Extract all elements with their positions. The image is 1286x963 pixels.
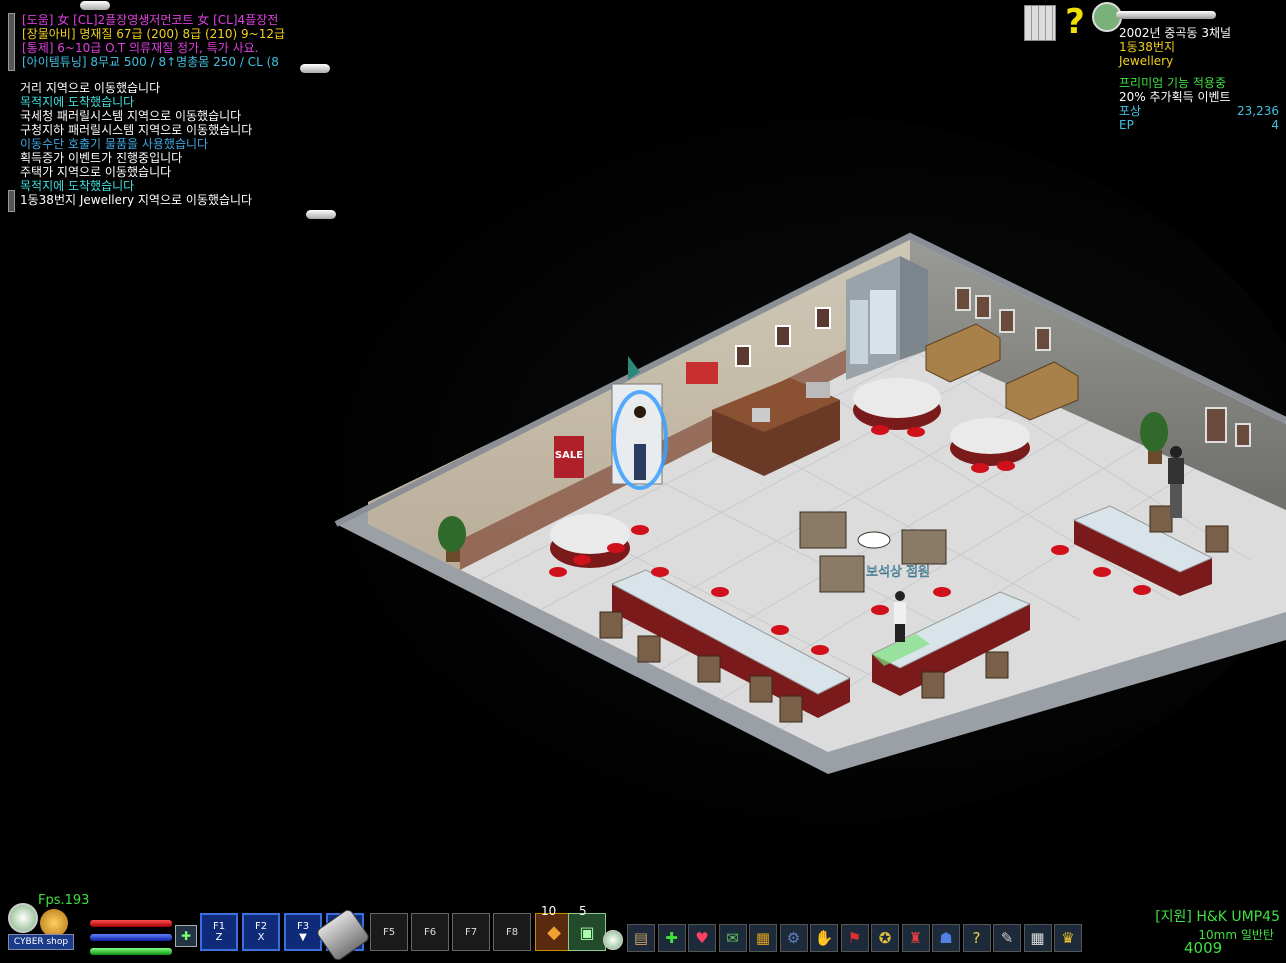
- box-icon[interactable]: ▤: [627, 924, 655, 952]
- system-message-line: 목적지에 도착했습니다: [20, 179, 135, 193]
- help-question-icon[interactable]: ?: [1062, 2, 1088, 42]
- menu-orb-icon[interactable]: [8, 903, 38, 933]
- ammo-count: 4009: [1184, 939, 1223, 957]
- heal-cross-icon[interactable]: ✚: [657, 924, 686, 952]
- quick-slot-food-count: 10: [541, 904, 557, 918]
- ep-value: 4: [1271, 118, 1279, 132]
- ep-label: EP: [1119, 118, 1134, 132]
- round-display-counter-2[interactable]: [950, 418, 1030, 466]
- weapon-info-panel: [지원] H&K UMP45 10mm 일반탄: [1100, 906, 1280, 943]
- hotkey-f2[interactable]: F2 X: [242, 913, 280, 951]
- chat-announcement-line: [통제] 6~10급 O.T 의류재질 정가, 특가 사요.: [22, 41, 259, 55]
- wrench-icon[interactable]: ✎: [993, 924, 1021, 952]
- system-message-line: 획득증가 이벤트가 진행중입니다: [20, 151, 183, 165]
- date-channel: 2002년 중곡동 3채널: [1119, 26, 1232, 40]
- trophy-icon[interactable]: ♛: [1054, 924, 1082, 952]
- weapon-name-line: [지원] H&K UMP45: [1100, 906, 1280, 926]
- hotkey-f3-sub: ▼: [299, 932, 307, 943]
- system-message-log: 거리 지역으로 이동했습니다 목적지에 도착했습니다 국세청 패러릴시스템 지역으로…: [20, 81, 310, 207]
- medal-icon[interactable]: ✪: [871, 924, 899, 952]
- quick-slot-item-count: 5: [579, 904, 587, 918]
- stamina-bar: [90, 934, 172, 941]
- flag-icon[interactable]: ⚑: [840, 924, 869, 952]
- heart-icon[interactable]: ♥: [688, 924, 716, 952]
- sale-poster-text: SALE: [555, 450, 583, 461]
- zone-name: Jewellery: [1119, 54, 1174, 68]
- chat-announcements: [도움] 女 [CL]2플장영생저먼코트 女 [CL]4플장전 [장물아비] 명재…: [22, 13, 312, 69]
- system-message-line: 구청지하 패러릴시스템 지역으로 이동했습니다: [20, 123, 253, 137]
- premium-status: 프리미엄 기능 적용중: [1119, 76, 1226, 90]
- toolbar-orb-icon[interactable]: [603, 930, 623, 950]
- food-icon: ◆: [547, 921, 561, 943]
- blocks-icon[interactable]: ▦: [749, 924, 777, 952]
- chat-announcement-line: [아이템튜닝] 8무교 500 / 8↑명총몸 250 / CL (8: [22, 55, 279, 69]
- minimap-slider[interactable]: [1116, 11, 1216, 19]
- fps-counter: Fps.193: [38, 893, 90, 908]
- weapon-name: H&K UMP45: [1196, 909, 1280, 925]
- reward-label: 포상: [1119, 104, 1142, 118]
- chat-scrollbar-top[interactable]: [8, 13, 15, 71]
- chat-scroll-handle-top[interactable]: [80, 1, 110, 10]
- hotkey-f8[interactable]: F8: [493, 913, 531, 951]
- system-message-line: 거리 지역으로 이동했습니다: [20, 81, 161, 95]
- system-message-line: 이동수단 호출기 물품을 사용했습니다: [20, 137, 209, 151]
- system-message-line: 주택가 지역으로 이동했습니다: [20, 165, 172, 179]
- system-message-line: 1동38번지 Jewellery 지역으로 이동했습니다: [20, 193, 253, 207]
- chat-announcement-line: [도움] 女 [CL]2플장영생저먼코트 女 [CL]4플장전: [22, 13, 279, 27]
- hotkey-f5[interactable]: F5: [370, 913, 408, 951]
- location-info-panel: 2002년 중곡동 3채널 1동38번지 Jewellery 프리미엄 기능 적…: [1119, 26, 1279, 132]
- chat-announcement-line: [장물아비] 명재질 67급 (200) 8급 (210) 9~12급: [22, 27, 286, 41]
- hotkey-f1[interactable]: F1 Z: [200, 913, 238, 951]
- castle-icon[interactable]: ♜: [901, 924, 930, 952]
- hotkey-f3-label: F3: [296, 921, 310, 932]
- chat-resize-handle-log[interactable]: [306, 210, 336, 219]
- round-display-counter-1[interactable]: [853, 378, 941, 430]
- event-status: 20% 추가획득 이벤트: [1119, 90, 1231, 104]
- item-icon: ▣: [579, 922, 595, 942]
- group-icon[interactable]: ☗: [932, 924, 960, 952]
- hotkey-f1-label: F1: [212, 921, 226, 932]
- weapon-prefix: [지원]: [1155, 909, 1192, 925]
- character-portrait-icon[interactable]: [40, 909, 68, 937]
- store-sign: [686, 362, 718, 384]
- npc-name-label: 보석상 점원: [866, 565, 930, 580]
- chat-scrollbar-log[interactable]: [8, 190, 15, 212]
- ep-row: EP 4: [1119, 118, 1279, 132]
- hotkey-f1-sub: Z: [215, 932, 223, 943]
- hotkey-f2-label: F2: [254, 921, 268, 932]
- shop-clerk-npc[interactable]: [894, 591, 906, 642]
- hotkey-f2-sub: X: [257, 932, 265, 943]
- handshake-icon[interactable]: ✋: [810, 924, 838, 952]
- reward-row: 포상 23,236: [1119, 104, 1279, 118]
- system-message-line: 목적지에 도착했습니다: [20, 95, 135, 109]
- hotkey-f7[interactable]: F7: [452, 913, 490, 951]
- hotkey-f6[interactable]: F6: [411, 913, 449, 951]
- mana-bar: [90, 948, 172, 955]
- gear-icon[interactable]: ⚙: [779, 924, 808, 952]
- chat-resize-handle-top[interactable]: [300, 64, 330, 73]
- chat-icon[interactable]: ✉: [718, 924, 747, 952]
- reward-value: 23,236: [1237, 104, 1279, 118]
- weapon-slot-icon[interactable]: ✚: [175, 925, 197, 947]
- quick-slot-item[interactable]: ▣: [568, 913, 606, 951]
- cyber-shop-button[interactable]: CYBER shop: [8, 934, 74, 950]
- system-message-line: 국세청 패러릴시스템 지역으로 이동했습니다: [20, 109, 242, 123]
- calendar-icon[interactable]: ▦: [1023, 924, 1052, 952]
- calendar-icon[interactable]: [1024, 5, 1056, 41]
- health-bar: [90, 920, 172, 927]
- address-label: 1동38번지: [1119, 40, 1176, 54]
- question-icon[interactable]: ?: [962, 924, 991, 952]
